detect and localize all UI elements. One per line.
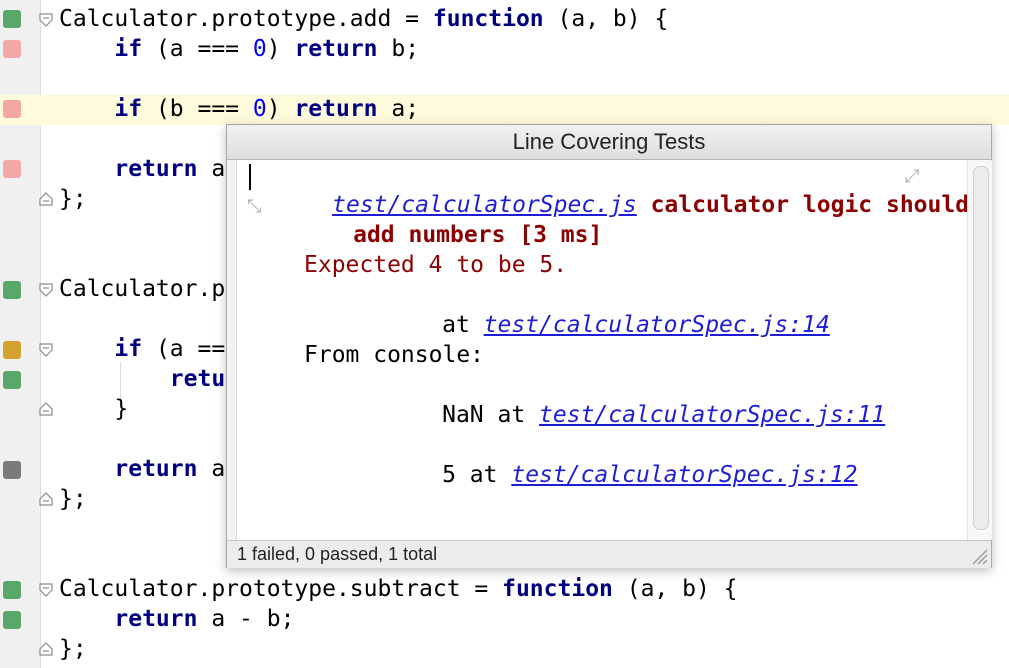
line-covering-tests-popup[interactable]: Line Covering Tests test/calculatorSpec.… (226, 124, 992, 568)
coverage-marker-failed[interactable] (3, 100, 21, 118)
text-caret (249, 164, 251, 190)
code-line[interactable]: return a - b; (59, 604, 294, 634)
code-text: a; (377, 96, 420, 122)
code-line[interactable]: return a (59, 154, 225, 184)
code-keyword: if (114, 36, 143, 62)
code-text: ) (266, 36, 295, 62)
code-keyword: function (502, 576, 613, 602)
resize-grip-icon[interactable] (967, 544, 989, 566)
code-text: (a === (142, 36, 253, 62)
code-line[interactable]: return a (59, 454, 225, 484)
error-message: Expected 4 to be 5. (304, 252, 568, 278)
stack-line: at test/calculatorSpec.js:14 (359, 280, 830, 338)
code-keyword: return (294, 36, 378, 62)
code-line[interactable]: Calculator.p (59, 274, 225, 304)
code-line[interactable]: }; (59, 634, 87, 664)
fold-close-icon[interactable] (38, 191, 54, 207)
fold-open-icon[interactable] (38, 282, 54, 298)
fold-close-icon[interactable] (38, 641, 54, 657)
test-header-line: test/calculatorSpec.js calculator logic … (249, 160, 969, 218)
code-number: 0 (252, 96, 267, 122)
at-label: at (442, 312, 484, 338)
coverage-marker-covered[interactable] (3, 581, 21, 599)
popup-content: test/calculatorSpec.js calculator logic … (237, 160, 969, 540)
code-number: 0 (252, 36, 267, 62)
console-value: 5 at (442, 462, 512, 488)
code-line[interactable]: }; (59, 484, 87, 514)
code-keyword: if (114, 336, 143, 362)
popup-title[interactable]: Line Covering Tests (227, 125, 991, 160)
code-line[interactable]: if (a == (59, 334, 225, 364)
fold-open-icon[interactable] (38, 582, 54, 598)
code-text: }; (59, 486, 87, 512)
console-link[interactable]: test/calculatorSpec.js:11 (539, 402, 885, 428)
code-text: (a, b) { (612, 576, 738, 602)
code-text: }; (59, 186, 87, 212)
fold-close-icon[interactable] (38, 401, 54, 417)
test-name-continued: add numbers [3 ms] (353, 222, 603, 248)
fold-open-icon[interactable] (38, 12, 54, 28)
soft-wrap-icon: ⤢ (905, 166, 920, 187)
code-text: ) (266, 96, 295, 122)
console-link[interactable]: test/calculatorSpec.js:12 (511, 462, 857, 488)
code-line[interactable]: if (b === 0) return a; (59, 94, 419, 124)
code-keyword: return (294, 96, 378, 122)
code-line[interactable]: }; (59, 184, 87, 214)
code-line[interactable]: retu (59, 364, 225, 394)
code-keyword: return (114, 456, 198, 482)
stack-link[interactable]: test/calculatorSpec.js:14 (484, 312, 830, 338)
code-line[interactable]: } (59, 394, 128, 424)
console-label: From console: (304, 342, 485, 368)
scrollbar-thumb[interactable] (973, 166, 989, 530)
coverage-marker-failed[interactable] (3, 40, 21, 58)
code-text: a - b; (197, 606, 295, 632)
code-text: Calculator.p (59, 276, 226, 302)
coverage-marker-failed[interactable] (3, 160, 21, 178)
coverage-marker-covered[interactable] (3, 611, 21, 629)
code-keyword: return (114, 606, 198, 632)
code-text: Calculator.prototype.subtract = (59, 576, 503, 602)
console-entry: 5 at test/calculatorSpec.js:12 (359, 430, 857, 488)
test-summary: 1 failed, 0 passed, 1 total (237, 544, 438, 564)
test-name: calculator logic should (636, 192, 970, 218)
code-text: a (197, 456, 226, 482)
code-keyword: if (114, 96, 143, 122)
code-text: } (59, 396, 129, 422)
code-keyword: function (432, 6, 544, 32)
fold-close-icon[interactable] (38, 491, 54, 507)
code-text: (b === (142, 96, 253, 122)
fold-open-icon[interactable] (38, 342, 54, 358)
coverage-marker-covered[interactable] (3, 10, 21, 28)
console-entry: NaN at test/calculatorSpec.js:11 (359, 370, 885, 428)
code-text: (a, b) { (543, 6, 669, 32)
popup-gutter (227, 160, 237, 540)
code-text: Calculator.prototype.add = (59, 6, 433, 32)
code-text: (a == (142, 336, 226, 362)
code-keyword: return (114, 156, 198, 182)
coverage-marker-covered[interactable] (3, 371, 21, 389)
code-text: a (197, 156, 226, 182)
coverage-marker-uncovered[interactable] (3, 461, 21, 479)
coverage-marker-covered[interactable] (3, 281, 21, 299)
code-text: b; (377, 36, 420, 62)
vertical-scrollbar[interactable] (967, 160, 992, 540)
soft-wrap-continue-icon: ⤡ (247, 196, 262, 217)
code-line[interactable]: Calculator.prototype.add = function (a, … (59, 4, 668, 34)
coverage-marker-partial[interactable] (3, 341, 21, 359)
status-bar: 1 failed, 0 passed, 1 total (227, 540, 991, 568)
code-text: }; (59, 636, 87, 662)
code-keyword: retu (169, 366, 226, 392)
code-line[interactable]: if (a === 0) return b; (59, 34, 419, 64)
code-line[interactable]: Calculator.prototype.subtract = function… (59, 574, 738, 604)
console-value: NaN at (442, 402, 540, 428)
